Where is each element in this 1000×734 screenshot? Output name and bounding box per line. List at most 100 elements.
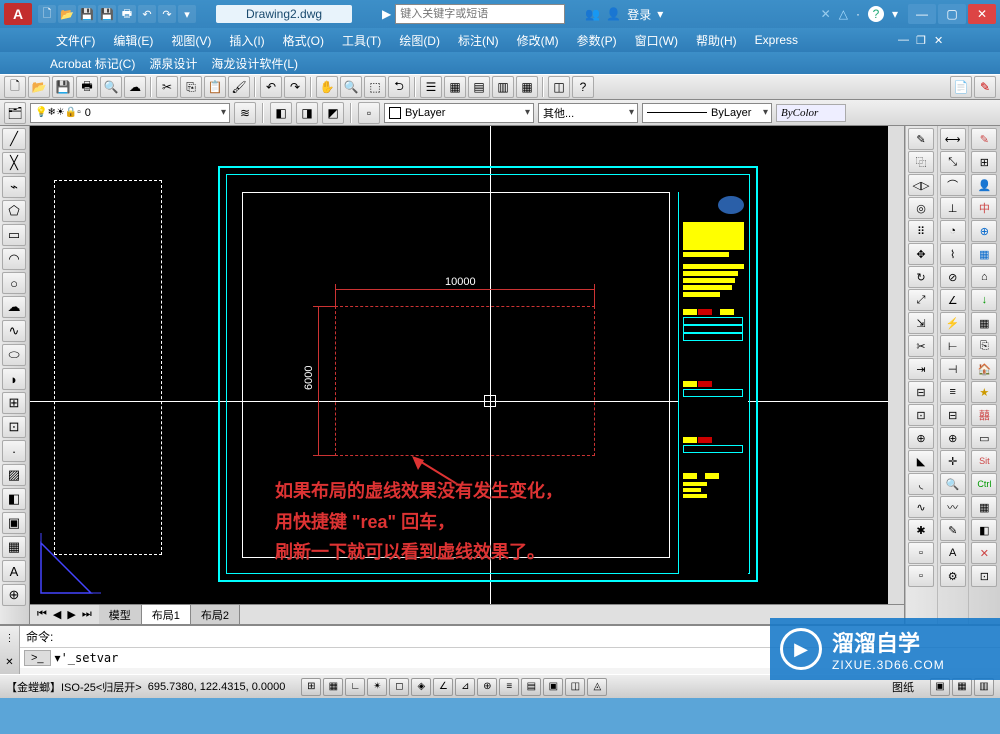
- scale-icon[interactable]: ⤢: [908, 289, 934, 311]
- dim-linear-icon[interactable]: ⟷: [940, 128, 966, 150]
- modelspace-icon[interactable]: ▣: [930, 678, 950, 696]
- hatch-icon[interactable]: ▨: [2, 464, 26, 486]
- dyn-icon[interactable]: ⊕: [477, 678, 497, 696]
- mirror-icon[interactable]: ◁▷: [908, 174, 934, 196]
- offset-icon[interactable]: ◎: [908, 197, 934, 219]
- gradient-icon[interactable]: ◧: [2, 488, 26, 510]
- ext-p-icon[interactable]: Ctrl: [971, 473, 997, 495]
- qp-icon[interactable]: ▣: [543, 678, 563, 696]
- dim-ang-icon[interactable]: ∠: [940, 289, 966, 311]
- addselect-icon[interactable]: ⊕: [2, 584, 26, 606]
- arc-icon[interactable]: ◠: [2, 248, 26, 270]
- calc-icon[interactable]: ▦: [516, 76, 538, 98]
- scrollbar-v[interactable]: [888, 126, 904, 604]
- dim-break-icon[interactable]: ⊟: [940, 404, 966, 426]
- undo-icon[interactable]: ↶: [138, 5, 156, 23]
- ext-e-icon[interactable]: ⊕: [971, 220, 997, 242]
- menu-insert[interactable]: 插入(I): [223, 30, 270, 51]
- ext-s-icon[interactable]: ✕: [971, 542, 997, 564]
- publish-icon[interactable]: ☁: [124, 76, 146, 98]
- new-icon[interactable]: 🗋: [38, 5, 56, 23]
- ext-n-icon[interactable]: ▭: [971, 427, 997, 449]
- search-go-icon[interactable]: ▶: [382, 7, 391, 21]
- exchange-icon[interactable]: ✕: [821, 7, 831, 21]
- dimtedit-icon[interactable]: A: [940, 542, 966, 564]
- otrack-icon[interactable]: ∠: [433, 678, 453, 696]
- block-icon[interactable]: ⊡: [2, 416, 26, 438]
- ext-l-icon[interactable]: ★: [971, 381, 997, 403]
- tab-layout2[interactable]: 布局2: [191, 605, 240, 625]
- erase-icon[interactable]: ✎: [908, 128, 934, 150]
- plot-icon[interactable]: 🖶: [76, 76, 98, 98]
- extend-icon[interactable]: ⇥: [908, 358, 934, 380]
- markup-icon[interactable]: ◫: [548, 76, 570, 98]
- ext-d-icon[interactable]: 中: [971, 197, 997, 219]
- tool-r19[interactable]: ▫: [908, 542, 934, 564]
- menu-parametric[interactable]: 参数(P): [571, 30, 623, 51]
- search-input[interactable]: [395, 4, 565, 24]
- menu-tools[interactable]: 工具(T): [336, 30, 387, 51]
- properties-icon[interactable]: ☰: [420, 76, 442, 98]
- new-file-icon[interactable]: 🗋: [4, 76, 26, 98]
- cmd-handle-icon[interactable]: ⋮: [5, 633, 15, 644]
- saveas-icon[interactable]: 💾: [98, 5, 116, 23]
- open-file-icon[interactable]: 📂: [28, 76, 50, 98]
- menu-express[interactable]: Express: [749, 31, 804, 49]
- ext-t-icon[interactable]: ⊡: [971, 565, 997, 587]
- paste-icon[interactable]: 📋: [204, 76, 226, 98]
- tab-last-icon[interactable]: ⏭: [79, 608, 95, 621]
- rotate-icon[interactable]: ↻: [908, 266, 934, 288]
- ext-c-icon[interactable]: 👤: [971, 174, 997, 196]
- blend-icon[interactable]: ∿: [908, 496, 934, 518]
- copy-icon[interactable]: ⎘: [180, 76, 202, 98]
- help-tb-icon[interactable]: ?: [572, 76, 594, 98]
- pdf-icon[interactable]: 📄: [950, 76, 972, 98]
- ellipse-icon[interactable]: ⬭: [2, 344, 26, 366]
- grid-icon[interactable]: ▦: [323, 678, 343, 696]
- inspect-icon[interactable]: 🔍: [940, 473, 966, 495]
- table-icon[interactable]: ▦: [2, 536, 26, 558]
- tab-layout1[interactable]: 布局1: [142, 605, 191, 625]
- tool-r20[interactable]: ▫: [908, 565, 934, 587]
- fillet-icon[interactable]: ◟: [908, 473, 934, 495]
- trim-icon[interactable]: ✂: [908, 335, 934, 357]
- snap-icon[interactable]: ⊞: [301, 678, 321, 696]
- ext-k-icon[interactable]: 🏠: [971, 358, 997, 380]
- tab-prev-icon[interactable]: ◀: [50, 608, 64, 621]
- color-combo[interactable]: ByLayer: [384, 103, 534, 123]
- ssm-icon[interactable]: ▤: [468, 76, 490, 98]
- ext-f-icon[interactable]: ▦: [971, 243, 997, 265]
- insert-icon[interactable]: ⊞: [2, 392, 26, 414]
- ext-r-icon[interactable]: ◧: [971, 519, 997, 541]
- copy-obj-icon[interactable]: ⿻: [908, 151, 934, 173]
- dim-space-icon[interactable]: ≡: [940, 381, 966, 403]
- tab-model[interactable]: 模型: [99, 605, 142, 625]
- qat-more-icon[interactable]: ▾: [178, 5, 196, 23]
- open-icon[interactable]: 📂: [58, 5, 76, 23]
- preview-icon[interactable]: 🔍: [100, 76, 122, 98]
- menu-format[interactable]: 格式(O): [277, 30, 330, 51]
- cut-icon[interactable]: ✂: [156, 76, 178, 98]
- line-icon[interactable]: ╱: [2, 128, 26, 150]
- dim-radius-icon[interactable]: ◔: [940, 220, 966, 242]
- qv-dwg-icon[interactable]: ▥: [974, 678, 994, 696]
- centermark-icon[interactable]: ✛: [940, 450, 966, 472]
- ext-q-icon[interactable]: ▦: [971, 496, 997, 518]
- menu-acrobat[interactable]: Acrobat 标记(C): [50, 55, 135, 72]
- ext-g-icon[interactable]: ⌂: [971, 266, 997, 288]
- menu-modify[interactable]: 修改(M): [511, 30, 565, 51]
- point-icon[interactable]: ·: [2, 440, 26, 462]
- save-file-icon[interactable]: 💾: [52, 76, 74, 98]
- dim-jogline-icon[interactable]: 〰: [940, 496, 966, 518]
- dim-aligned-icon[interactable]: ⤡: [940, 151, 966, 173]
- break-icon[interactable]: ⊟: [908, 381, 934, 403]
- ext-m-icon[interactable]: 囍: [971, 404, 997, 426]
- mdi-minimize[interactable]: —: [898, 34, 914, 47]
- menu-hailong[interactable]: 海龙设计软件(L): [211, 55, 298, 72]
- tpy-icon[interactable]: ▤: [521, 678, 541, 696]
- save-icon[interactable]: 💾: [78, 5, 96, 23]
- chamfer-icon[interactable]: ◣: [908, 450, 934, 472]
- zoom-rt-icon[interactable]: 🔍: [340, 76, 362, 98]
- mdi-restore[interactable]: ❐: [916, 34, 932, 47]
- ext-b-icon[interactable]: ⊞: [971, 151, 997, 173]
